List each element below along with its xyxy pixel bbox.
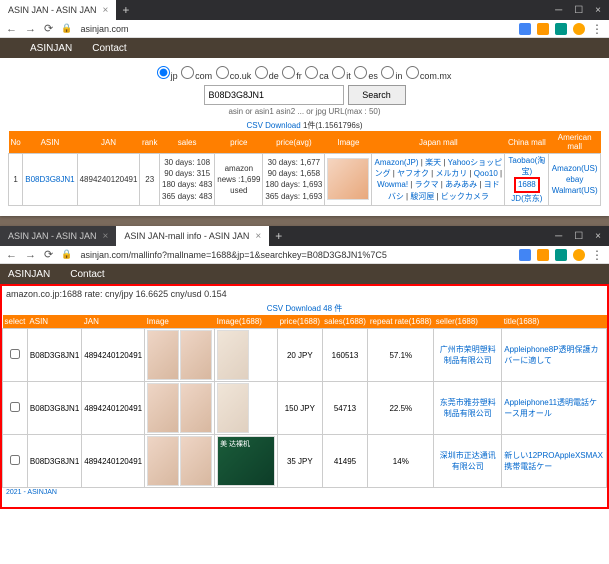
seller-link[interactable]: 广州市荣明塑料制品有限公司 — [440, 345, 496, 365]
close-tab-icon[interactable]: × — [103, 231, 109, 242]
seller-link[interactable]: 深圳市正达通讯有限公司 — [440, 451, 496, 471]
result-count: 1件(1.1561796s) — [303, 121, 363, 130]
csv-download-link[interactable]: CSV Download — [246, 121, 300, 130]
product-image — [180, 436, 212, 486]
product-image-1688 — [217, 330, 249, 380]
brand-logo[interactable]: ASINJAN — [8, 269, 50, 280]
product-image — [180, 330, 212, 380]
forward-icon[interactable]: → — [25, 249, 36, 261]
domain-radio-es[interactable] — [354, 66, 367, 79]
product-image — [147, 383, 179, 433]
domain-radio-it[interactable] — [332, 66, 345, 79]
mall-link[interactable]: メルカリ — [435, 169, 467, 178]
domain-radio-co.uk[interactable] — [216, 66, 229, 79]
mall-link[interactable]: Wowma! — [377, 180, 408, 189]
lock-icon: 🔒 — [61, 23, 72, 34]
close-icon[interactable]: × — [595, 231, 601, 242]
table-row: 1 B08D3G8JN1 4894240120491 23 30 days: 1… — [9, 154, 601, 206]
table-row: B08D3G8JN1 4894240120491 35 JPY 41495 14… — [3, 435, 607, 488]
extension-icon[interactable] — [555, 249, 567, 261]
brand-logo[interactable]: ASINJAN — [30, 43, 72, 54]
extension-icon[interactable] — [519, 23, 531, 35]
domain-radio-ca[interactable] — [305, 66, 318, 79]
title-link[interactable]: Appleiphone8P透明保護カバーに適して — [504, 345, 598, 365]
results-table: NoASINJANranksalespriceprice(avg)ImageJa… — [8, 131, 601, 206]
domain-radio-com.mx[interactable] — [406, 66, 419, 79]
reload-icon[interactable]: ⟳ — [44, 248, 53, 261]
select-checkbox[interactable] — [10, 349, 20, 359]
mall-link[interactable]: Amazon(US) — [552, 164, 598, 173]
mall-link[interactable]: ビックカメラ — [441, 192, 489, 201]
product-image-1688 — [217, 383, 249, 433]
reload-icon[interactable]: ⟳ — [44, 22, 53, 35]
product-image-1688 — [217, 436, 275, 486]
table-row: B08D3G8JN1 4894240120491 150 JPY 54713 2… — [3, 382, 607, 435]
search-hint: asin or asin1 asin2 ... or jpg URL(max :… — [8, 107, 601, 116]
lock-icon: 🔒 — [61, 249, 72, 260]
forward-icon[interactable]: → — [25, 23, 36, 35]
domain-radios: jp com co.uk de fr ca it es in com.mx — [8, 66, 601, 81]
rate-info: amazon.co.jp:1688 rate: cny/jpy 16.6625 … — [2, 286, 607, 302]
menu-icon[interactable]: ⋮ — [591, 22, 603, 36]
extension-icon[interactable] — [537, 249, 549, 261]
domain-radio-in[interactable] — [381, 66, 394, 79]
extension-icon[interactable] — [519, 249, 531, 261]
mall-link[interactable]: ヤフオク — [397, 169, 429, 178]
nav-contact[interactable]: Contact — [92, 43, 126, 54]
csv-download-link[interactable]: CSV Download — [267, 304, 321, 313]
address-bar[interactable]: asinjan.com — [80, 24, 511, 34]
search-input[interactable] — [204, 85, 344, 105]
title-link[interactable]: Appleiphone11透明電話ケース用オール — [504, 398, 597, 418]
close-icon[interactable]: × — [595, 5, 601, 16]
close-tab-icon[interactable]: × — [255, 231, 261, 242]
domain-radio-com[interactable] — [181, 66, 194, 79]
browser-tab-active[interactable]: ASIN JAN-mall info - ASIN JAN× — [116, 226, 269, 246]
seller-link[interactable]: 东莞市雅芬塑料制品有限公司 — [440, 398, 496, 418]
domain-radio-jp[interactable] — [157, 66, 170, 79]
product-image — [327, 158, 369, 200]
close-tab-icon[interactable]: × — [103, 5, 109, 16]
mall-link[interactable]: Amazon(JP) — [375, 158, 419, 167]
select-checkbox[interactable] — [10, 402, 20, 412]
address-bar[interactable]: asinjan.com/mallinfo?mallname=1688&jp=1&… — [80, 250, 511, 260]
extension-icon[interactable] — [537, 23, 549, 35]
mall-link[interactable]: Walmart(US) — [552, 186, 598, 195]
browser-tab[interactable]: ASIN JAN - ASIN JAN× — [0, 226, 116, 246]
maximize-icon[interactable]: ☐ — [574, 5, 583, 16]
mall-link[interactable]: ebay — [566, 175, 583, 184]
profile-avatar[interactable] — [573, 249, 585, 261]
mall-link-1688[interactable]: 1688 — [518, 180, 536, 189]
mall-link[interactable]: 駿河屋 — [410, 192, 434, 201]
browser-tab[interactable]: ASIN JAN - ASIN JAN× — [0, 0, 116, 20]
select-checkbox[interactable] — [10, 455, 20, 465]
minimize-icon[interactable]: ─ — [555, 5, 562, 16]
title-link[interactable]: 新しい12PROAppleXSMAX携帯電話ケー — [504, 451, 603, 471]
product-image — [180, 383, 212, 433]
extension-icon[interactable] — [555, 23, 567, 35]
mall-link[interactable]: JD(京东) — [511, 194, 542, 203]
product-image — [147, 330, 179, 380]
mall-link[interactable]: ラクマ — [415, 180, 439, 189]
mall-link[interactable]: Qoo10 — [474, 169, 498, 178]
mall-link[interactable]: 楽天 — [425, 158, 441, 167]
minimize-icon[interactable]: ─ — [555, 231, 562, 242]
menu-icon[interactable]: ⋮ — [591, 248, 603, 262]
mall-table: selectASINJANImageImage(1688)price(1688)… — [2, 315, 607, 488]
asin-link[interactable]: B08D3G8JN1 — [25, 175, 74, 184]
domain-radio-de[interactable] — [255, 66, 268, 79]
search-button[interactable]: Search — [348, 85, 406, 105]
profile-avatar[interactable] — [573, 23, 585, 35]
back-icon[interactable]: ← — [6, 23, 17, 35]
mall-link[interactable]: Taobao(淘宝) — [508, 156, 545, 176]
footer: 2021 - ASINJAN — [2, 488, 607, 497]
new-tab-button[interactable]: + — [116, 3, 135, 17]
new-tab-button[interactable]: + — [269, 229, 288, 243]
table-row: B08D3G8JN1 4894240120491 20 JPY 160513 5… — [3, 329, 607, 382]
domain-radio-fr[interactable] — [282, 66, 295, 79]
mall-link[interactable]: あみあみ — [445, 180, 477, 189]
product-image — [147, 436, 179, 486]
maximize-icon[interactable]: ☐ — [574, 231, 583, 242]
back-icon[interactable]: ← — [6, 249, 17, 261]
nav-contact[interactable]: Contact — [70, 269, 104, 280]
